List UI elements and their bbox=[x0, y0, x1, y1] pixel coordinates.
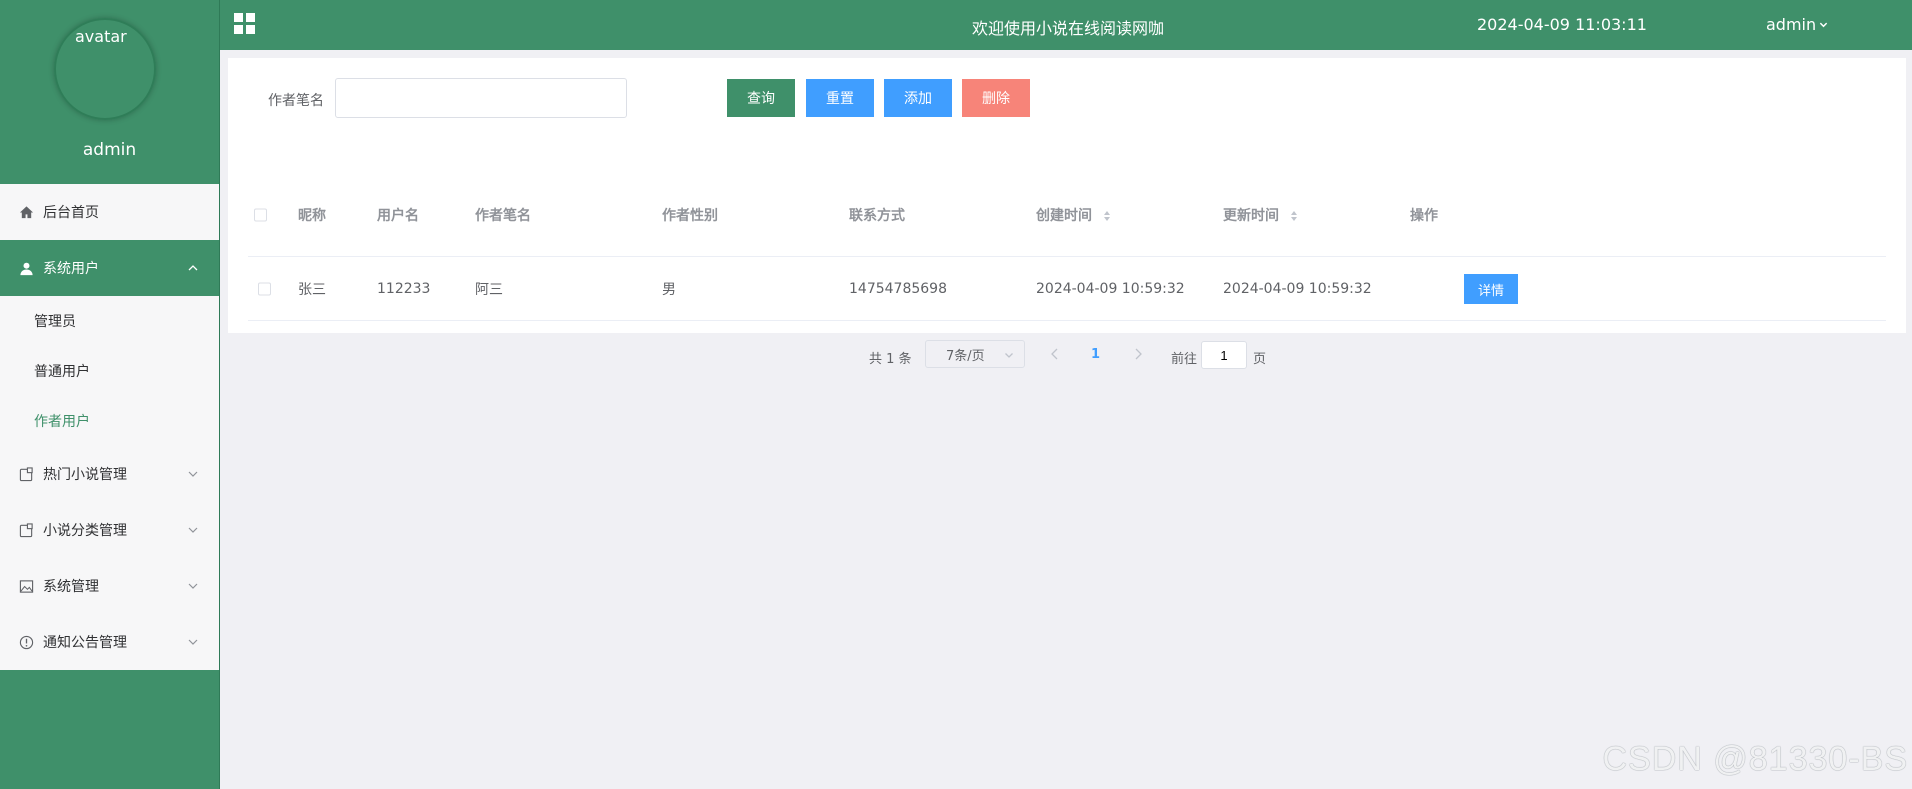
submenu-item-normal-users[interactable]: 普通用户 bbox=[0, 346, 219, 396]
sidebar-menu: 后台首页 系统用户 管理员 普通用户 作者用户 热门小说管理 小说分类管理 系统… bbox=[0, 184, 219, 670]
column-header-updated[interactable]: 更新时间 bbox=[1223, 205, 1298, 225]
column-header: 作者性别 bbox=[662, 208, 718, 224]
pen-name-search-input[interactable] bbox=[335, 78, 627, 118]
column-header: 操作 bbox=[1410, 208, 1438, 224]
sidebar-item-label: 热门小说管理 bbox=[43, 467, 127, 483]
column-header: 用户名 bbox=[377, 208, 419, 224]
page-unit-label: 页 bbox=[1253, 352, 1267, 367]
sidebar-item-label: 后台首页 bbox=[43, 205, 99, 221]
goto-label: 前往 bbox=[1171, 352, 1198, 367]
sidebar-item-system-management[interactable]: 系统管理 bbox=[0, 558, 219, 614]
document-icon bbox=[18, 466, 35, 483]
sidebar-item-hot-novels[interactable]: 热门小说管理 bbox=[0, 446, 219, 502]
search-label: 作者笔名 bbox=[268, 93, 324, 109]
pagination-total: 共 1 条 bbox=[869, 352, 912, 367]
cell-username: 112233 bbox=[377, 281, 431, 297]
add-button[interactable]: 添加 bbox=[884, 79, 952, 117]
cell-contact: 14754785698 bbox=[849, 281, 947, 297]
chevron-down-icon bbox=[188, 583, 198, 589]
sort-icon[interactable] bbox=[1103, 210, 1111, 222]
select-all-checkbox[interactable] bbox=[254, 208, 267, 222]
cell-updated: 2024-04-09 10:59:32 bbox=[1223, 281, 1372, 297]
table-header: 昵称 用户名 作者笔名 作者性别 联系方式 创建时间 更新时间 操作 bbox=[248, 173, 1886, 257]
chevron-down-icon bbox=[188, 639, 198, 645]
sidebar-item-system-users[interactable]: 系统用户 bbox=[0, 240, 219, 296]
page-title: 欢迎使用小说在线阅读网咖 bbox=[972, 19, 1165, 38]
submenu-item-author-users[interactable]: 作者用户 bbox=[0, 396, 219, 446]
row-checkbox[interactable] bbox=[258, 282, 271, 296]
sidebar-item-label: 小说分类管理 bbox=[43, 523, 127, 539]
cell-gender: 男 bbox=[662, 282, 676, 298]
header-username: admin bbox=[1766, 15, 1817, 34]
chevron-down-icon bbox=[188, 471, 198, 477]
home-icon bbox=[18, 204, 35, 221]
profile-username: admin bbox=[82, 140, 137, 160]
user-icon bbox=[18, 260, 35, 277]
cell-nickname: 张三 bbox=[298, 282, 326, 298]
sidebar-item-home[interactable]: 后台首页 bbox=[0, 184, 219, 240]
top-header: 欢迎使用小说在线阅读网咖 2024-04-09 11:03:11 admin bbox=[220, 0, 1912, 50]
goto-page-input[interactable] bbox=[1201, 341, 1247, 369]
table-row: 张三 112233 阿三 男 14754785698 2024-04-09 10… bbox=[248, 257, 1886, 321]
watermark: CSDN @81330-BS bbox=[1602, 740, 1908, 778]
document-icon bbox=[18, 522, 35, 539]
sort-icon[interactable] bbox=[1290, 210, 1298, 222]
submenu-item-label: 普通用户 bbox=[34, 364, 90, 380]
column-header: 联系方式 bbox=[849, 208, 905, 224]
chevron-down-icon bbox=[1005, 353, 1013, 358]
delete-button[interactable]: 删除 bbox=[962, 79, 1030, 117]
avatar[interactable]: avatar bbox=[54, 18, 156, 120]
pagination: 共 1 条 7条/页 1 前往 页 bbox=[228, 340, 1906, 370]
sidebar-item-novel-categories[interactable]: 小说分类管理 bbox=[0, 502, 219, 558]
chevron-down-icon bbox=[1819, 22, 1828, 28]
profile-block: avatar admin bbox=[0, 0, 219, 184]
sidebar-item-notices[interactable]: 通知公告管理 bbox=[0, 614, 219, 670]
sidebar: avatar admin 后台首页 系统用户 管理员 普通用户 作者用户 热门小… bbox=[0, 0, 220, 789]
column-header: 作者笔名 bbox=[475, 208, 531, 224]
header-datetime: 2024-04-09 11:03:11 bbox=[1477, 15, 1647, 34]
cell-pen-name: 阿三 bbox=[475, 282, 503, 298]
info-icon bbox=[18, 634, 35, 651]
page-size-value: 7条/页 bbox=[946, 348, 985, 364]
reset-button[interactable]: 重置 bbox=[806, 79, 874, 117]
chevron-down-icon bbox=[188, 527, 198, 533]
next-page-icon[interactable] bbox=[1132, 347, 1144, 361]
main-panel: 作者笔名 查询 重置 添加 删除 昵称 用户名 作者笔名 作者性别 联系方式 创… bbox=[228, 58, 1906, 369]
detail-button[interactable]: 详情 bbox=[1464, 274, 1518, 304]
submenu-item-admins[interactable]: 管理员 bbox=[0, 296, 219, 346]
page-number-current[interactable]: 1 bbox=[1091, 347, 1100, 362]
grid-menu-icon[interactable] bbox=[234, 13, 256, 35]
authors-table: 昵称 用户名 作者笔名 作者性别 联系方式 创建时间 更新时间 操作 张三 11… bbox=[248, 173, 1886, 321]
prev-page-icon[interactable] bbox=[1049, 347, 1061, 361]
submenu-item-label: 作者用户 bbox=[34, 414, 90, 430]
chevron-up-icon bbox=[188, 265, 198, 271]
page-size-select[interactable]: 7条/页 bbox=[925, 340, 1025, 368]
sidebar-item-label: 通知公告管理 bbox=[43, 635, 127, 651]
column-header-created[interactable]: 创建时间 bbox=[1036, 205, 1111, 225]
sidebar-item-label: 系统管理 bbox=[43, 579, 99, 595]
column-header-label: 更新时间 bbox=[1223, 208, 1279, 224]
sidebar-item-label: 系统用户 bbox=[43, 261, 99, 277]
submenu-item-label: 管理员 bbox=[34, 314, 76, 330]
query-button[interactable]: 查询 bbox=[727, 79, 795, 117]
avatar-alt-text: avatar bbox=[75, 27, 127, 46]
column-header-label: 创建时间 bbox=[1036, 208, 1092, 224]
column-header: 昵称 bbox=[298, 208, 326, 224]
cell-created: 2024-04-09 10:59:32 bbox=[1036, 281, 1185, 297]
user-dropdown[interactable]: admin bbox=[1766, 15, 1828, 34]
image-icon bbox=[18, 578, 35, 595]
